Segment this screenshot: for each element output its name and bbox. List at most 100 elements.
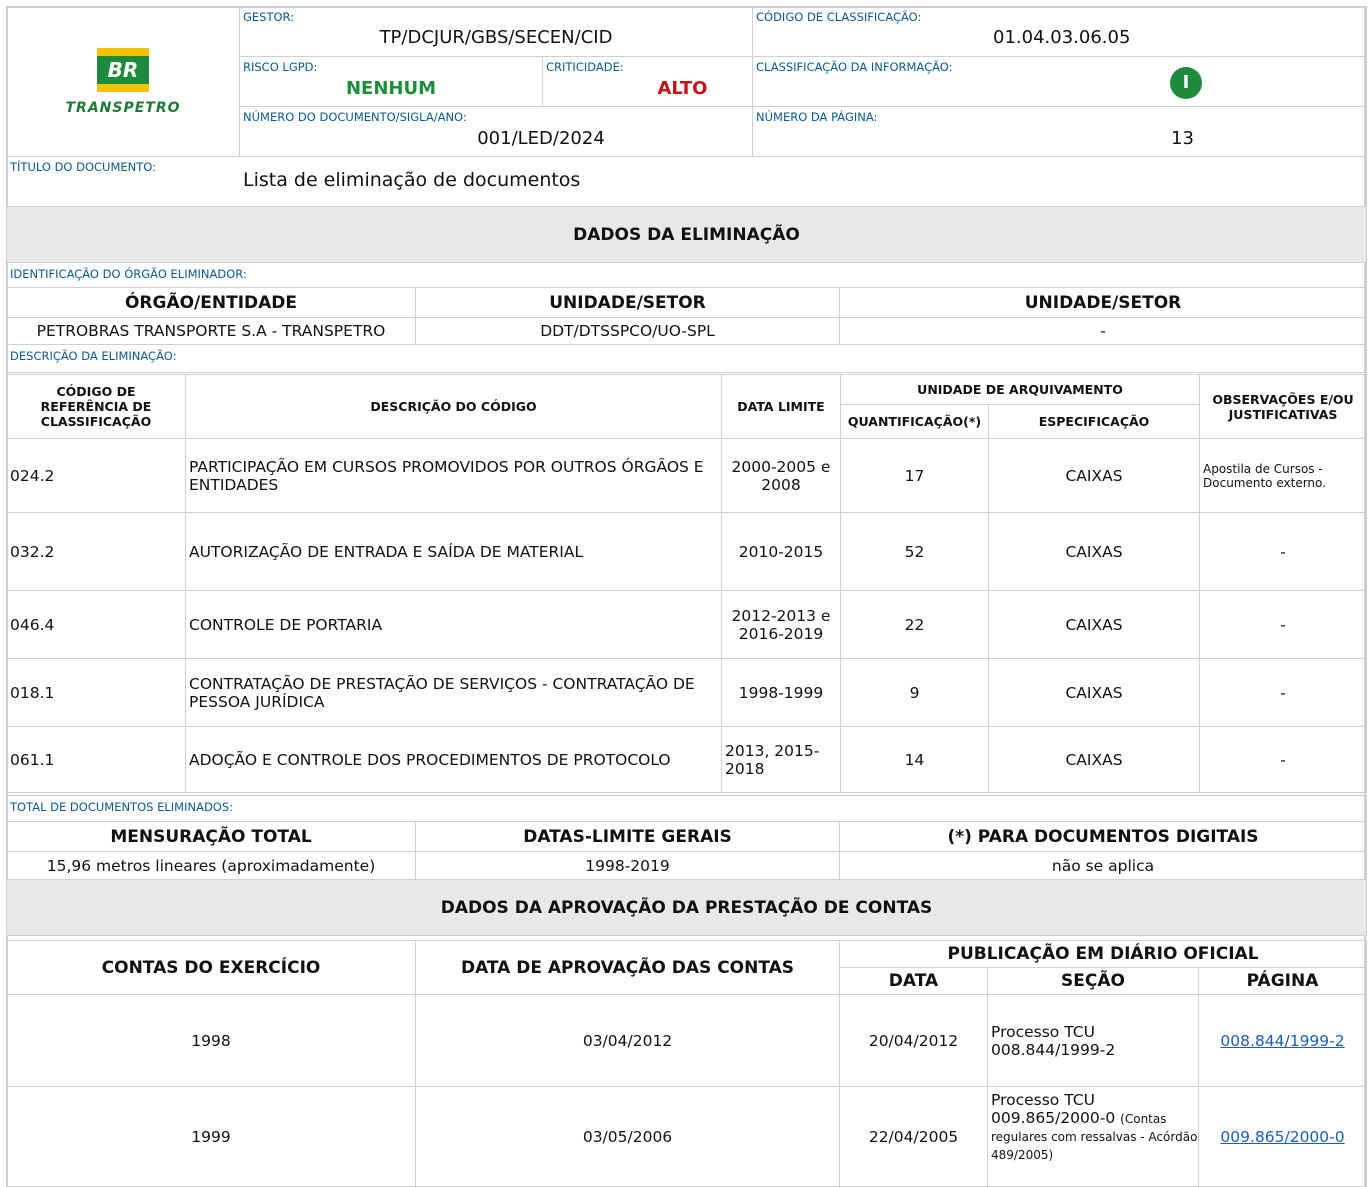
- aprov-secao-text: Processo TCU 009.865/2000-0: [991, 1091, 1116, 1127]
- row-descricao: CONTRATAÇÃO DE PRESTAÇÃO DE SERVIÇOS - C…: [185, 658, 722, 727]
- row-observacoes: -: [1199, 658, 1368, 727]
- descricao-eliminacao-label: DESCRIÇÃO DA ELIMINAÇÃO:: [10, 349, 177, 363]
- row-data: 2010-2015: [721, 512, 841, 591]
- total-value-digitais: não se aplica: [838, 851, 1368, 880]
- row-especificacao: CAIXAS: [987, 512, 1201, 591]
- row-especificacao: CAIXAS: [987, 590, 1201, 659]
- orgao-header-unidade-2: UNIDADE/SETOR: [839, 287, 1367, 318]
- row-descricao: PARTICIPAÇÃO EM CURSOS PROMOVIDOS POR OU…: [185, 438, 722, 513]
- aprov-header-contas: CONTAS DO EXERCÍCIO: [6, 940, 416, 995]
- gestor-cell: GESTOR: TP/DCJUR/GBS/SECEN/CID: [239, 6, 753, 57]
- row-observacoes: -: [1199, 590, 1368, 659]
- col-header-especificacao: ESPECIFICAÇÃO: [987, 404, 1201, 439]
- row-quantificacao: 22: [840, 590, 989, 659]
- aprov-contas: 1998: [6, 994, 416, 1087]
- numero-documento-label: NÚMERO DO DOCUMENTO/SIGLA/ANO:: [243, 110, 467, 124]
- risco-lgpd-cell: RISCO LGPD: NENHUM: [239, 56, 543, 107]
- aprov-data-aprovacao: 03/04/2012: [415, 994, 840, 1087]
- gestor-value: TP/DCJUR/GBS/SECEN/CID: [379, 27, 613, 48]
- classificacao-info-cell: CLASSIFICAÇÃO DA INFORMAÇÃO: I: [752, 56, 1367, 107]
- numero-documento-cell: NÚMERO DO DOCUMENTO/SIGLA/ANO: 001/LED/2…: [239, 106, 753, 157]
- orgao-value-entidade: PETROBRAS TRANSPORTE S.A - TRANSPETRO: [6, 317, 416, 345]
- row-descricao: ADOÇÃO E CONTROLE DOS PROCEDIMENTOS DE P…: [185, 726, 722, 793]
- orgao-table: IDENTIFICAÇÃO DO ÓRGÃO ELIMINADOR: ÓRGÃO…: [6, 262, 1367, 373]
- transpetro-logo: BR TRANSPETRO: [65, 47, 181, 116]
- numero-pagina-cell: NÚMERO DA PÁGINA: 13: [752, 106, 1367, 157]
- row-codigo: 032.2: [6, 512, 186, 591]
- row-quantificacao: 17: [840, 438, 989, 513]
- col-header-observacoes: OBSERVAÇÕES E/OU JUSTIFICATIVAS: [1199, 374, 1368, 439]
- titulo-documento-label: TÍTULO DO DOCUMENTO:: [10, 160, 157, 174]
- criticidade-cell: CRITICIDADE: ALTO: [542, 56, 753, 107]
- row-data: 2013, 2015-2018: [721, 726, 841, 793]
- table-row: 024.2 PARTICIPAÇÃO EM CURSOS PROMOVIDOS …: [6, 438, 1368, 513]
- row-codigo: 024.2: [6, 438, 186, 513]
- row-especificacao: CAIXAS: [987, 438, 1201, 513]
- total-value-datas: 1998-2019: [415, 851, 840, 880]
- dados-eliminacao-title: DADOS DA ELIMINAÇÃO: [6, 206, 1367, 263]
- criticidade-label: CRITICIDADE:: [546, 60, 624, 74]
- row-observacoes: -: [1199, 512, 1368, 591]
- aprov-header-data-aprovacao: DATA DE APROVAÇÃO DAS CONTAS: [415, 940, 840, 995]
- aprov-pagina-link[interactable]: 009.865/2000-0: [1220, 1128, 1344, 1146]
- row-quantificacao: 14: [840, 726, 989, 793]
- table-row: 018.1 CONTRATAÇÃO DE PRESTAÇÃO DE SERVIÇ…: [6, 658, 1368, 727]
- row-data: 2012-2013 e 2016-2019: [721, 590, 841, 659]
- row-especificacao: CAIXAS: [987, 726, 1201, 793]
- header-table: BR TRANSPETRO GESTOR: TP/DCJUR/GBS/SECEN…: [6, 6, 1367, 263]
- aprov-header-data: DATA: [839, 967, 988, 995]
- aprov-data: 22/04/2005: [839, 1086, 988, 1187]
- row-data: 2000-2005 e 2008: [721, 438, 841, 513]
- aprovacao-table: CONTAS DO EXERCÍCIO DATA DE APROVAÇÃO DA…: [6, 940, 1368, 1187]
- total-table: TOTAL DE DOCUMENTOS ELIMINADOS: MENSURAÇ…: [5, 795, 1368, 936]
- col-header-unidade-arquivamento: UNIDADE DE ARQUIVAMENTO: [839, 374, 1201, 405]
- orgao-value-unidade: DDT/DTSSPCO/UO-SPL: [415, 317, 840, 345]
- numero-pagina-label: NÚMERO DA PÁGINA:: [756, 110, 878, 124]
- codigo-classificacao-label: CÓDIGO DE CLASSIFICAÇÃO:: [756, 10, 922, 24]
- aprov-pagina-link[interactable]: 008.844/1999-2: [1220, 1032, 1344, 1050]
- table-row: 032.2 AUTORIZAÇÃO DE ENTRADA E SAÍDA DE …: [6, 512, 1368, 591]
- aprov-secao: Processo TCU 008.844/1999-2: [987, 994, 1199, 1087]
- logo-cell: BR TRANSPETRO: [6, 6, 240, 157]
- row-descricao: CONTROLE DE PORTARIA: [185, 590, 722, 659]
- aprov-contas: 1999: [6, 1086, 416, 1187]
- col-header-codigo: CÓDIGO DE REFERÊNCIA DE CLASSIFICAÇÃO: [6, 374, 186, 439]
- gestor-label: GESTOR:: [243, 10, 295, 24]
- logo-text: TRANSPETRO: [65, 99, 181, 116]
- row-especificacao: CAIXAS: [987, 658, 1201, 727]
- table-row: 1999 03/05/2006 22/04/2005 Processo TCU …: [6, 1086, 1368, 1187]
- aprov-header-secao: SEÇÃO: [987, 967, 1199, 995]
- total-header-digitais: (*) PARA DOCUMENTOS DIGITAIS: [838, 821, 1368, 852]
- row-data: 1998-1999: [721, 658, 841, 727]
- row-descricao: AUTORIZAÇÃO DE ENTRADA E SAÍDA DE MATERI…: [185, 512, 722, 591]
- total-value-mensuracao: 15,96 metros lineares (aproximadamente): [6, 851, 416, 880]
- risco-lgpd-label: RISCO LGPD:: [243, 60, 318, 74]
- row-observacoes: -: [1199, 726, 1368, 793]
- aprov-header-pagina: PÁGINA: [1197, 967, 1368, 995]
- total-header-datas: DATAS-LIMITE GERAIS: [415, 821, 840, 852]
- dados-aprovacao-title: DADOS DA APROVAÇÃO DA PRESTAÇÃO DE CONTA…: [5, 879, 1368, 936]
- aprov-data: 20/04/2012: [839, 994, 988, 1087]
- aprov-secao-text: Processo TCU 008.844/1999-2: [991, 1022, 1116, 1059]
- orgao-eliminador-label: IDENTIFICAÇÃO DO ÓRGÃO ELIMINADOR:: [10, 267, 247, 281]
- eliminacao-table: CÓDIGO DE REFERÊNCIA DE CLASSIFICAÇÃO DE…: [6, 374, 1368, 793]
- aprov-data-aprovacao: 03/05/2006: [415, 1086, 840, 1187]
- row-codigo: 018.1: [6, 658, 186, 727]
- orgao-header-entidade: ÓRGÃO/ENTIDADE: [6, 287, 416, 318]
- aprov-pagina-cell: 009.865/2000-0: [1197, 1086, 1368, 1187]
- row-quantificacao: 9: [840, 658, 989, 727]
- total-header-mensuracao: MENSURAÇÃO TOTAL: [6, 821, 416, 852]
- titulo-documento-cell: TÍTULO DO DOCUMENTO: Lista de eliminação…: [6, 156, 1367, 207]
- row-observacoes: Apostila de Cursos - Documento externo.: [1199, 438, 1368, 513]
- titulo-documento-value: Lista de eliminação de documentos: [243, 169, 581, 191]
- table-row: 1998 03/04/2012 20/04/2012 Processo TCU …: [6, 994, 1368, 1087]
- total-eliminados-label: TOTAL DE DOCUMENTOS ELIMINADOS:: [10, 800, 234, 814]
- table-row: 061.1 ADOÇÃO E CONTROLE DOS PROCEDIMENTO…: [6, 726, 1368, 793]
- row-codigo: 046.4: [6, 590, 186, 659]
- aprov-pagina-cell: 008.844/1999-2: [1197, 994, 1368, 1087]
- table-row: 046.4 CONTROLE DE PORTARIA 2012-2013 e 2…: [6, 590, 1368, 659]
- aprov-header-publicacao: PUBLICAÇÃO EM DIÁRIO OFICIAL: [838, 940, 1368, 968]
- aprov-secao: Processo TCU 009.865/2000-0 (Contas regu…: [987, 1086, 1199, 1187]
- col-header-data-limite: DATA LIMITE: [721, 374, 841, 439]
- row-quantificacao: 52: [840, 512, 989, 591]
